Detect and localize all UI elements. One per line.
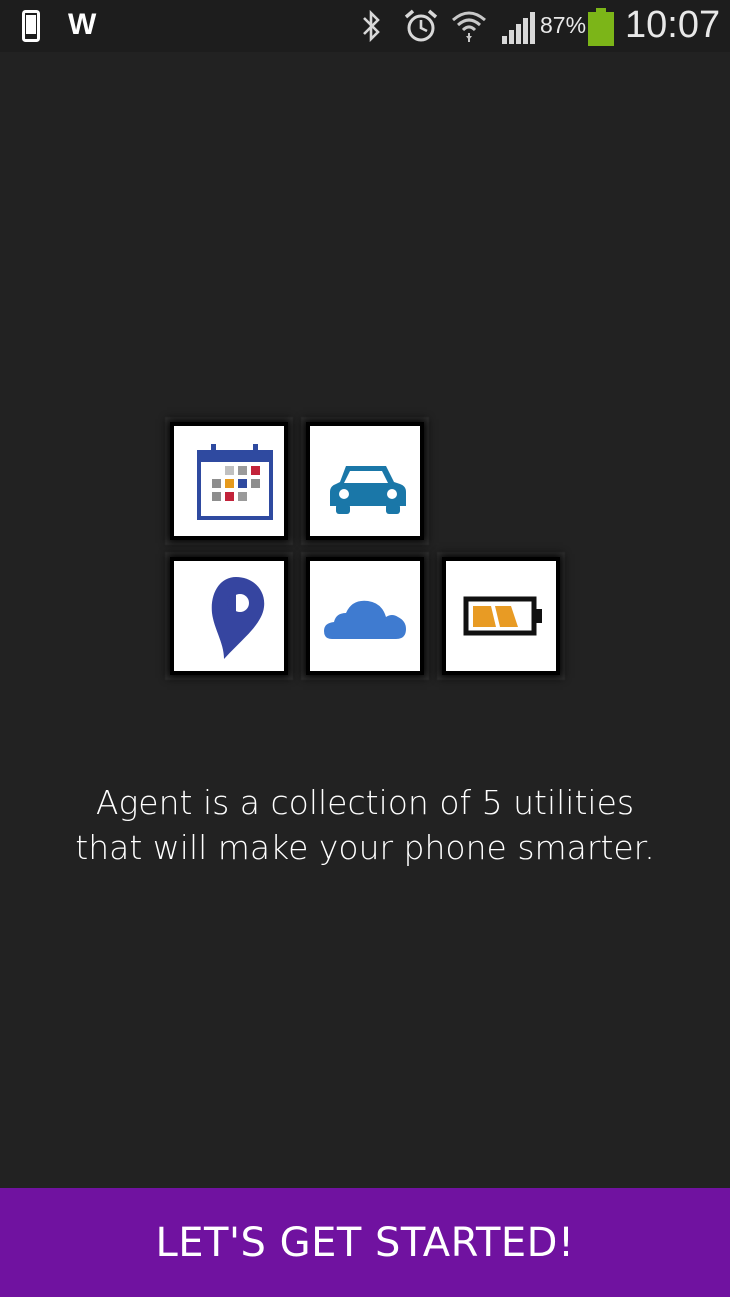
- wifi-icon: [452, 11, 486, 42]
- calendar-icon: [197, 444, 273, 520]
- signal-icon: [502, 12, 535, 44]
- location-pin-icon: [211, 577, 265, 659]
- tagline-line-1: Agent is a collection of 5 utilities: [95, 783, 635, 822]
- tagline-line-2: that will make your phone smarter.: [75, 828, 655, 867]
- utility-tile-location: [170, 557, 288, 675]
- clock-time: 10:07: [625, 4, 721, 46]
- get-started-button[interactable]: LET'S GET STARTED!: [0, 1188, 730, 1297]
- alarm-icon: [404, 9, 438, 42]
- car-icon: [330, 466, 406, 514]
- utility-tile-car: [306, 422, 424, 540]
- intro-tagline: Agent is a collection of 5 utilities tha…: [0, 780, 730, 870]
- utility-tile-calendar: [170, 422, 288, 540]
- utility-tile-battery: [442, 557, 560, 675]
- notification-w-icon: W: [68, 8, 97, 41]
- battery-percent: 87%: [540, 12, 587, 38]
- phone-icon: [22, 10, 40, 42]
- battery-icon: [588, 8, 614, 46]
- status-bar: W 87% 10:07: [0, 0, 730, 52]
- cloud-icon: [324, 600, 406, 639]
- battery-charging-icon: [463, 596, 542, 636]
- bluetooth-icon: [363, 9, 380, 43]
- utility-tile-cloud: [306, 557, 424, 675]
